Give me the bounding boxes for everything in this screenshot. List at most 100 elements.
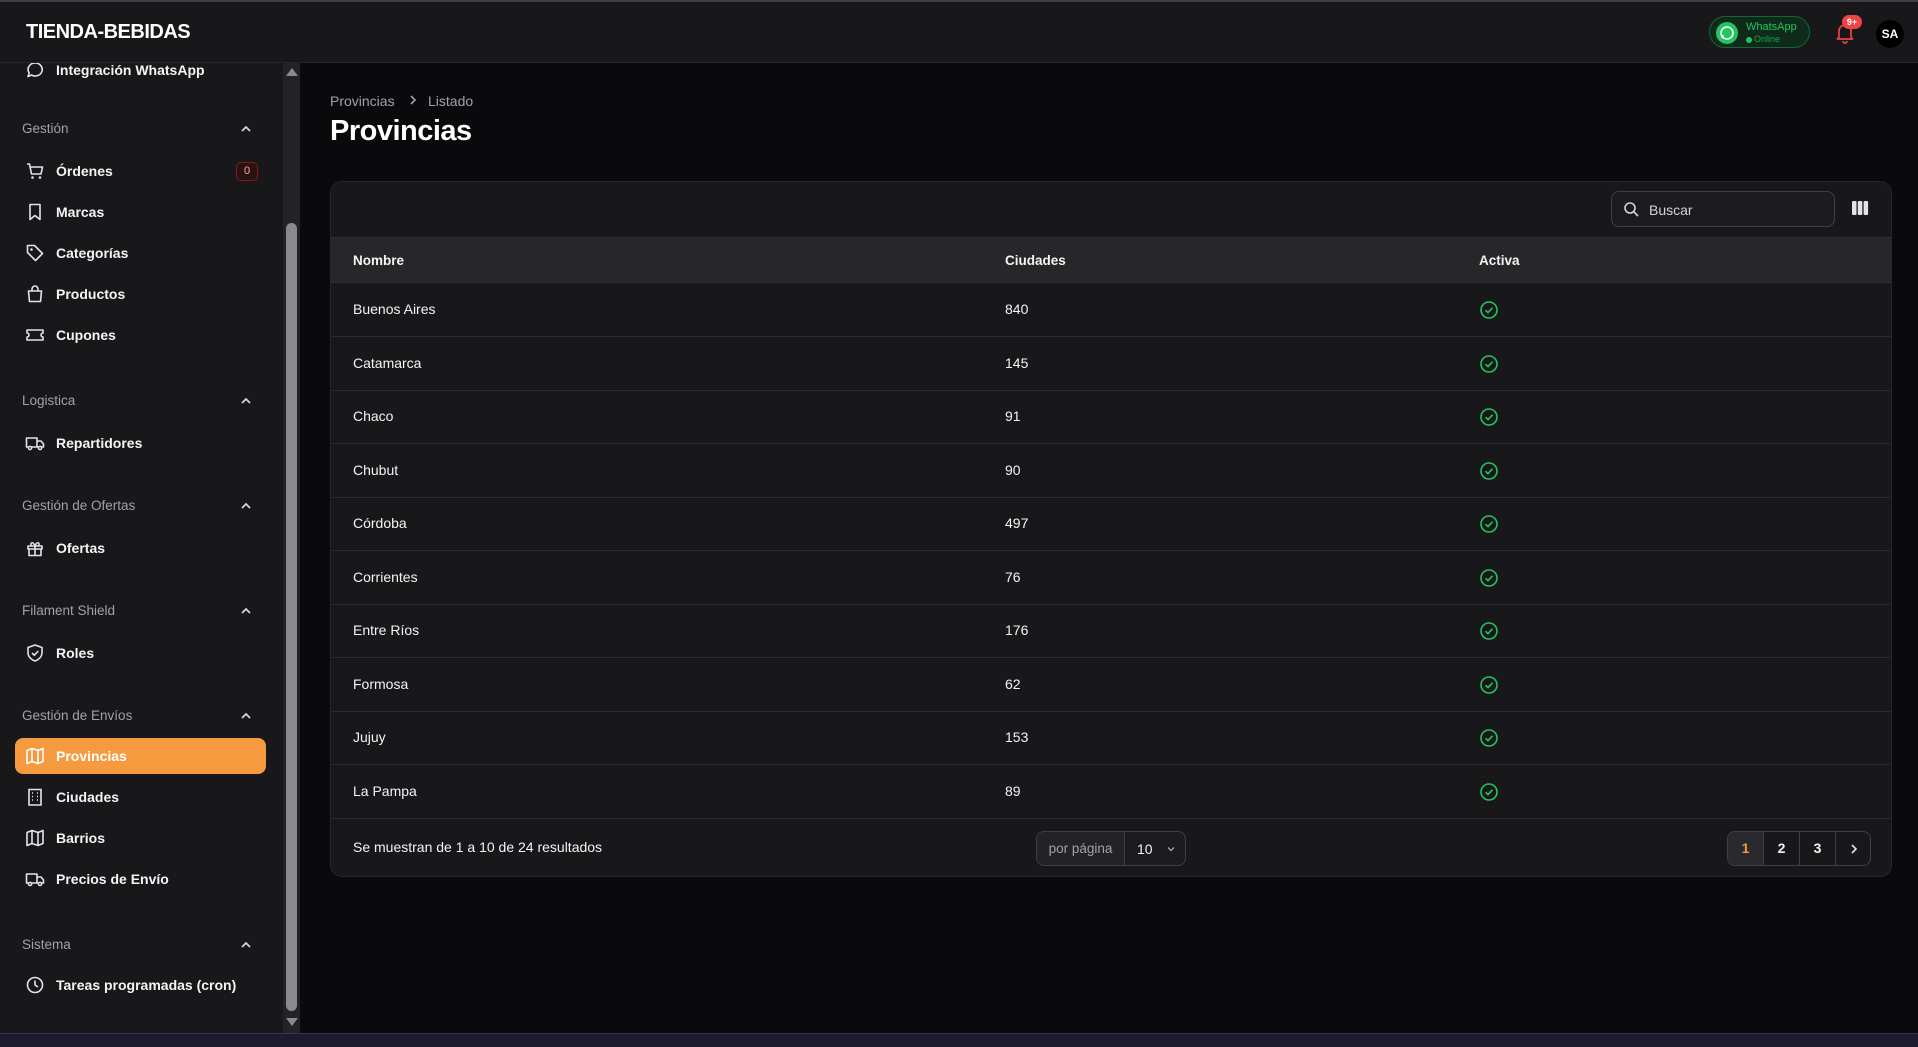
top-bar: TIENDA-BEBIDAS WhatsApp Online 9+ SA xyxy=(0,0,1918,63)
building-icon xyxy=(28,788,42,806)
chat-bubble-icon xyxy=(27,63,44,78)
page-button-3[interactable]: 3 xyxy=(1800,832,1836,865)
chevron-up-icon[interactable] xyxy=(240,605,252,617)
check-circle-icon xyxy=(1480,729,1498,747)
check-circle-icon xyxy=(1480,301,1498,319)
cell-ciudades: 153 xyxy=(1005,729,1029,745)
page-button-1[interactable]: 1 xyxy=(1728,832,1764,865)
table-row[interactable]: Corrientes 76 xyxy=(331,551,1891,605)
table-row[interactable]: Córdoba 497 xyxy=(331,497,1891,551)
sidebar-item-productos[interactable]: Productos xyxy=(15,276,266,312)
sidebar-item-provincias[interactable]: Provincias xyxy=(15,738,266,774)
group-label-shield[interactable]: Filament Shield xyxy=(22,603,115,618)
scrollbar-thumb[interactable] xyxy=(286,223,297,1011)
sidebar-item-label: Ciudades xyxy=(56,789,120,805)
sidebar-item-marcas[interactable]: Marcas xyxy=(15,194,266,230)
table-card: Nombre Ciudades Activa Buenos Aires 840 … xyxy=(330,181,1892,877)
per-page-value[interactable]: 10 xyxy=(1137,841,1153,857)
cell-nombre: Chaco xyxy=(353,408,394,424)
column-header-activa[interactable]: Activa xyxy=(1479,253,1520,268)
column-header-nombre[interactable]: Nombre xyxy=(353,253,404,268)
sidebar-item-label: Tareas programadas (cron) xyxy=(56,977,237,993)
table-row[interactable]: Jujuy 153 xyxy=(331,711,1891,765)
check-circle-icon xyxy=(1480,622,1498,640)
group-label-gestion[interactable]: Gestión xyxy=(22,121,69,136)
sidebar-item-label: Precios de Envío xyxy=(56,871,169,887)
group-label-ofertas[interactable]: Gestión de Ofertas xyxy=(22,498,135,513)
sidebar-item-ordenes[interactable]: Órdenes 0 xyxy=(15,153,266,189)
sidebar-item-integracion-whatsapp[interactable]: Integración WhatsApp xyxy=(15,63,266,88)
ticket-icon xyxy=(26,329,44,341)
sidebar-item-categorias[interactable]: Categorías xyxy=(15,235,266,271)
table-row[interactable]: Catamarca 145 xyxy=(331,337,1891,391)
brand-logo[interactable]: TIENDA-BEBIDAS xyxy=(26,21,191,44)
page-title: Provincias xyxy=(330,115,472,147)
columns-toggle-icon[interactable] xyxy=(1851,200,1869,216)
cell-ciudades: 89 xyxy=(1005,783,1021,799)
table-row[interactable]: La Pampa 89 xyxy=(331,765,1891,819)
chevron-up-icon[interactable] xyxy=(240,710,252,722)
cell-nombre: La Pampa xyxy=(353,783,417,799)
page-button-2[interactable]: 2 xyxy=(1764,832,1800,865)
table-row[interactable]: Entre Ríos 176 xyxy=(331,604,1891,658)
sidebar-item-ciudades[interactable]: Ciudades xyxy=(15,779,266,815)
cell-nombre: Corrientes xyxy=(353,569,418,585)
group-label-sistema[interactable]: Sistema xyxy=(22,937,71,952)
chevron-up-icon[interactable] xyxy=(240,123,252,135)
cell-ciudades: 497 xyxy=(1005,515,1029,531)
table-row[interactable]: Chaco 91 xyxy=(331,390,1891,444)
column-header-ciudades[interactable]: Ciudades xyxy=(1005,253,1066,268)
breadcrumb-current: Listado xyxy=(428,93,474,109)
next-page-button[interactable] xyxy=(1836,832,1870,865)
tag-icon xyxy=(26,244,44,262)
scroll-down-arrow-icon[interactable] xyxy=(286,1018,298,1026)
per-page-select[interactable]: por página 10 xyxy=(1036,831,1186,866)
table-row[interactable]: Formosa 62 xyxy=(331,658,1891,712)
sidebar-item-roles[interactable]: Roles xyxy=(15,635,266,671)
group-label-envios[interactable]: Gestión de Envíos xyxy=(22,708,132,723)
gift-icon xyxy=(27,542,43,557)
scroll-up-arrow-icon[interactable] xyxy=(286,68,298,76)
search-input[interactable] xyxy=(1649,200,1829,220)
check-circle-icon xyxy=(1480,355,1498,373)
truck-icon xyxy=(25,437,45,451)
table-row[interactable]: Chubut 90 xyxy=(331,444,1891,498)
chevron-right-icon xyxy=(1851,844,1858,854)
per-page-label: por página xyxy=(1037,832,1125,865)
chevron-up-icon[interactable] xyxy=(240,500,252,512)
breadcrumb-parent[interactable]: Provincias xyxy=(330,93,395,109)
chevron-up-icon[interactable] xyxy=(240,395,252,407)
check-circle-icon xyxy=(1480,569,1498,587)
sidebar-item-label: Cupones xyxy=(56,327,116,343)
map-icon xyxy=(26,829,44,847)
group-label-logistica[interactable]: Logistica xyxy=(22,393,75,408)
sidebar: Integración WhatsApp Gestión Órdenes 0 M… xyxy=(0,63,283,1033)
pagination: 1 2 3 xyxy=(1727,831,1871,866)
sidebar-item-ofertas[interactable]: Ofertas xyxy=(15,530,266,566)
table-row[interactable]: Buenos Aires 840 xyxy=(331,283,1891,337)
cell-ciudades: 840 xyxy=(1005,301,1029,317)
whatsapp-title: WhatsApp xyxy=(1746,21,1797,33)
sidebar-scrollbar[interactable] xyxy=(283,63,300,1033)
sidebar-item-precios-envio[interactable]: Precios de Envío xyxy=(15,861,266,897)
cell-ciudades: 62 xyxy=(1005,676,1021,692)
notification-badge: 9+ xyxy=(1842,15,1862,29)
sidebar-item-tareas[interactable]: Tareas programadas (cron) xyxy=(15,967,266,1003)
sidebar-item-label: Categorías xyxy=(56,245,129,261)
sidebar-item-repartidores[interactable]: Repartidores xyxy=(15,425,266,461)
sidebar-item-label: Ofertas xyxy=(56,540,106,556)
cell-nombre: Entre Ríos xyxy=(353,622,420,638)
chevron-down-icon xyxy=(1167,847,1175,852)
whatsapp-status: Online xyxy=(1754,34,1781,44)
whatsapp-status-pill[interactable]: WhatsApp Online xyxy=(1709,16,1810,48)
bookmark-icon xyxy=(29,203,41,221)
os-taskbar xyxy=(0,1033,1918,1047)
chevron-up-icon[interactable] xyxy=(240,939,252,951)
user-avatar[interactable]: SA xyxy=(1876,20,1904,48)
check-circle-icon xyxy=(1480,408,1498,426)
sidebar-item-cupones[interactable]: Cupones xyxy=(15,317,266,353)
sidebar-item-barrios[interactable]: Barrios xyxy=(15,820,266,856)
search-box[interactable] xyxy=(1611,191,1835,227)
sidebar-item-label: Provincias xyxy=(56,748,127,764)
truck-icon xyxy=(25,873,45,887)
